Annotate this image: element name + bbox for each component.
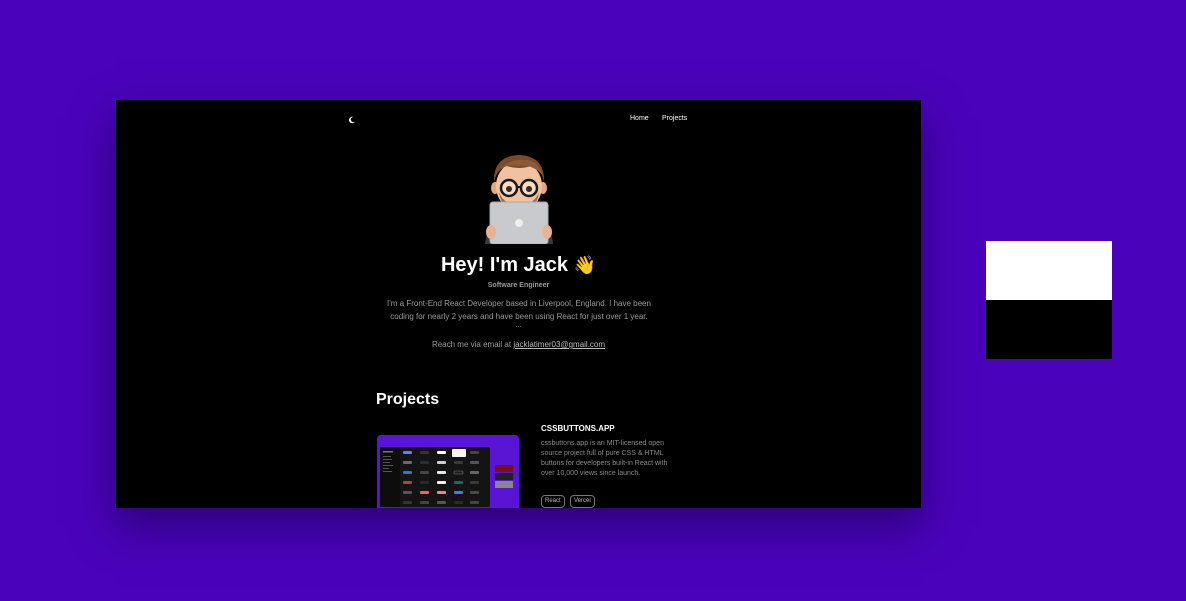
dark-theme-swatch xyxy=(986,300,1112,359)
thumbnail-app-preview xyxy=(380,447,490,507)
memoji-avatar xyxy=(481,152,557,245)
projects-heading: Projects xyxy=(376,391,440,408)
project-tag-react: React xyxy=(541,495,565,508)
contact-prefix: Reach me via email at xyxy=(431,340,514,349)
theme-preview xyxy=(986,241,1112,359)
project-description: cssbuttons.app is an MIT-licensed open s… xyxy=(541,440,668,477)
thumbnail-swatch xyxy=(495,465,513,472)
nav-link-projects[interactable]: Projects xyxy=(662,115,687,122)
project-tag-vercel: Vercel xyxy=(570,495,595,508)
hero-divider-dots: ... xyxy=(515,322,522,329)
waving-hand-icon: 👋 xyxy=(573,255,597,275)
hero-title-text: Hey! I'm Jack xyxy=(440,254,569,276)
navbar: Home Projects xyxy=(116,100,921,140)
project-title[interactable]: CSSBUTTONS.APP xyxy=(541,424,615,433)
hero-title: Hey! I'm Jack 👋 xyxy=(116,250,921,280)
light-theme-swatch xyxy=(986,241,1112,300)
thumbnail-swatch xyxy=(495,481,513,488)
backdrop: Home Projects Hey! I'm Jack 👋 Software E… xyxy=(0,0,1186,601)
thumbnail-swatch xyxy=(495,473,513,480)
email-link[interactable]: jacklatimer03@gmail.com xyxy=(513,340,605,349)
hero-contact: Reach me via email at jacklatimer03@gmai… xyxy=(116,340,921,349)
moon-icon[interactable] xyxy=(347,115,357,125)
project-thumbnail[interactable] xyxy=(377,435,519,508)
nav-link-home[interactable]: Home xyxy=(630,115,649,122)
thumbnail-sidebar xyxy=(380,447,400,507)
website-window: Home Projects Hey! I'm Jack 👋 Software E… xyxy=(116,100,921,508)
hero-subtitle: Software Engineer xyxy=(487,282,550,289)
hero-bio: I'm a Front-End React Developer based in… xyxy=(387,299,651,321)
